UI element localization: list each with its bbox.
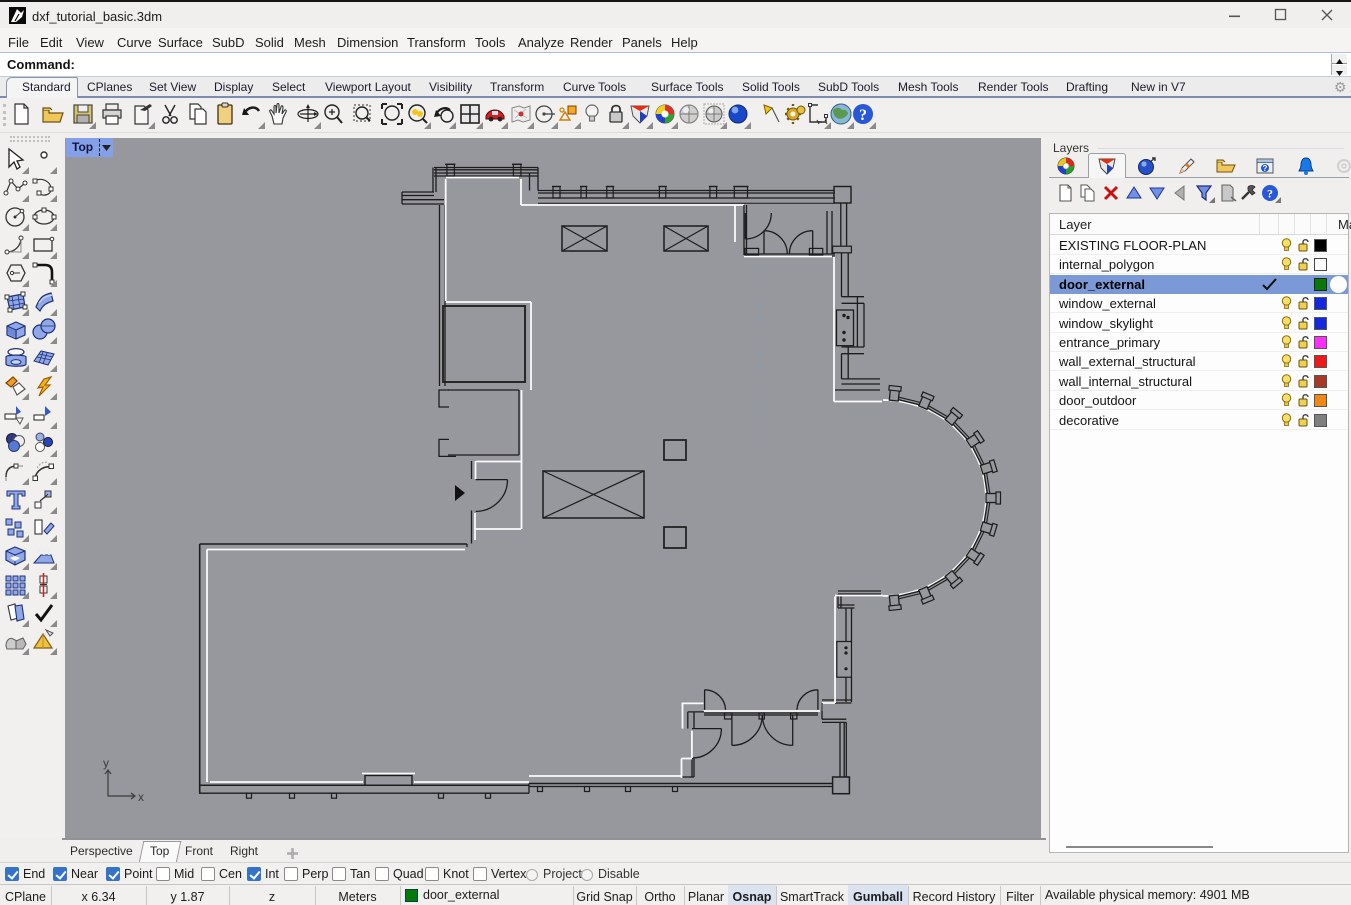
svg-text:?: ? bbox=[859, 107, 867, 124]
svg-text:y: y bbox=[103, 756, 109, 770]
svg-text:?: ? bbox=[1267, 187, 1273, 201]
svg-text:?: ? bbox=[1263, 164, 1268, 173]
svg-text:x: x bbox=[138, 790, 144, 804]
